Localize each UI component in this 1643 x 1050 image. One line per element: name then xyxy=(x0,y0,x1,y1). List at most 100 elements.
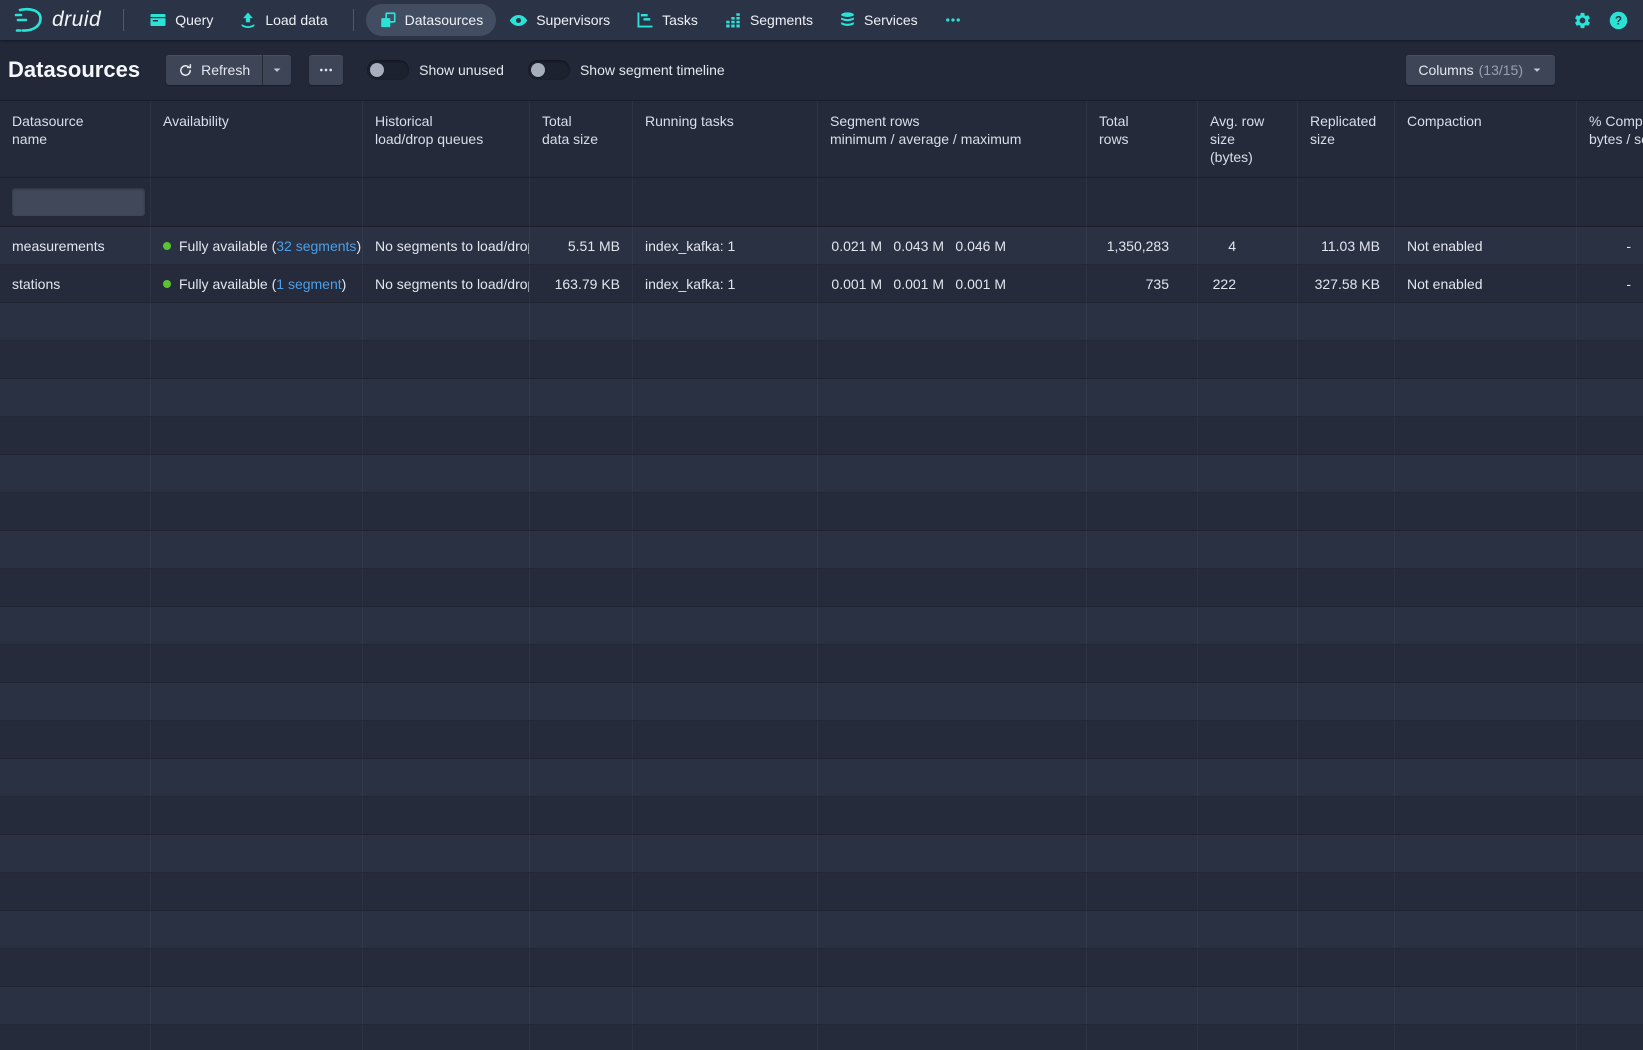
cell-name xyxy=(0,379,151,416)
cell-pct_compacted xyxy=(1577,835,1643,872)
filter-cell-total_rows xyxy=(1087,178,1198,226)
cell-replicated_size xyxy=(1298,873,1395,910)
cell-pct_compacted xyxy=(1577,949,1643,986)
cell-queues xyxy=(363,455,530,492)
cell-avg_row_size xyxy=(1198,341,1298,378)
column-header-total_data_size[interactable]: Totaldata size xyxy=(530,101,633,177)
column-header-line: data size xyxy=(542,130,620,148)
more-actions-button[interactable] xyxy=(309,55,343,85)
cell-pct_compacted xyxy=(1577,721,1643,758)
more-icon xyxy=(944,11,962,29)
nav-segments[interactable]: Segments xyxy=(711,4,826,36)
datasource-filter-input[interactable] xyxy=(12,188,145,216)
segment-rows-value: 0.001 M xyxy=(892,276,944,292)
column-header-line: Compaction xyxy=(1407,112,1564,130)
nav-query[interactable]: Query xyxy=(136,4,226,36)
cell-name[interactable]: stations xyxy=(0,265,151,302)
cell-avg_row_size xyxy=(1198,873,1298,910)
column-header-name[interactable]: Datasourcename xyxy=(0,101,151,177)
cell-queues xyxy=(363,607,530,644)
cell-name xyxy=(0,683,151,720)
column-header-replicated_size[interactable]: Replicatedsize xyxy=(1298,101,1395,177)
cell-queues xyxy=(363,911,530,948)
datasources-icon xyxy=(379,11,397,29)
cell-compaction xyxy=(1395,721,1577,758)
filter-cell-total_data_size xyxy=(530,178,633,226)
cell-availability xyxy=(151,721,363,758)
column-header-segment_rows[interactable]: Segment rowsminimum / average / maximum xyxy=(818,101,1087,177)
cell-segment_rows xyxy=(818,835,1087,872)
column-header-running_tasks[interactable]: Running tasks xyxy=(633,101,818,177)
cell-replicated_size xyxy=(1298,341,1395,378)
refresh-button[interactable]: Refresh xyxy=(166,55,263,85)
cell-name xyxy=(0,493,151,530)
segments-link[interactable]: 32 segments xyxy=(276,238,356,254)
column-header-line: Replicated xyxy=(1310,112,1382,130)
show-unused-toggle[interactable]: Show unused xyxy=(367,60,504,80)
cell-total_data_size xyxy=(530,911,633,948)
cell-compaction xyxy=(1395,835,1577,872)
column-header-total_rows[interactable]: Totalrows xyxy=(1087,101,1198,177)
cell-running_tasks xyxy=(633,417,818,454)
nav-services[interactable]: Services xyxy=(826,4,931,36)
cell-segment_rows xyxy=(818,797,1087,834)
columns-button[interactable]: Columns (13/15) xyxy=(1406,55,1555,85)
column-header-availability[interactable]: Availability xyxy=(151,101,363,177)
cell-queues xyxy=(363,759,530,796)
nav-load-data[interactable]: Load data xyxy=(226,4,340,36)
show-segment-timeline-toggle[interactable]: Show segment timeline xyxy=(528,60,725,80)
toggle-label: Show segment timeline xyxy=(580,62,725,78)
column-header-avg_row_size[interactable]: Avg. row size(bytes) xyxy=(1198,101,1298,177)
navbar-right: ? xyxy=(1573,10,1633,31)
cell-total_rows xyxy=(1087,417,1198,454)
cell-running_tasks: index_kafka: 1 xyxy=(633,265,818,302)
nav-more[interactable] xyxy=(931,4,975,36)
cell-replicated_size xyxy=(1298,683,1395,720)
table-header-row: Datasourcename Availability Historicalload… xyxy=(0,101,1643,178)
cell-availability xyxy=(151,493,363,530)
cell-running_tasks xyxy=(633,835,818,872)
column-header-line: load/drop queues xyxy=(375,130,517,148)
druid-console: druid Query Load data xyxy=(0,0,1643,1050)
cell-compaction[interactable]: Not enabled xyxy=(1395,265,1577,302)
table-row[interactable]: measurementsFully available (32 segments… xyxy=(0,227,1643,265)
nav-supervisors[interactable]: Supervisors xyxy=(496,4,623,36)
cell-compaction xyxy=(1395,1025,1577,1050)
column-header-queues[interactable]: Historicalload/drop queues xyxy=(363,101,530,177)
pct_compacted-value: - xyxy=(1589,238,1631,254)
cell-total_data_size xyxy=(530,645,633,682)
cell-avg_row_size xyxy=(1198,835,1298,872)
cell-name xyxy=(0,607,151,644)
refresh-interval-button[interactable] xyxy=(263,55,291,85)
druid-logo[interactable]: druid xyxy=(12,5,101,35)
cell-compaction xyxy=(1395,759,1577,796)
table-row[interactable]: stationsFully available (1 segment)No se… xyxy=(0,265,1643,303)
cell-name[interactable]: measurements xyxy=(0,227,151,264)
cell-avg_row_size xyxy=(1198,987,1298,1024)
filter-cell-name xyxy=(0,178,151,226)
table-row xyxy=(0,835,1643,873)
cell-replicated_size xyxy=(1298,417,1395,454)
column-header-line: bytes / segments / intervals xyxy=(1589,130,1643,148)
toggle-switch[interactable] xyxy=(367,60,409,80)
toggle-switch[interactable] xyxy=(528,60,570,80)
gear-icon[interactable] xyxy=(1573,11,1592,30)
table-row xyxy=(0,645,1643,683)
column-header-pct_compacted[interactable]: % Compactedbytes / segments / intervals xyxy=(1577,101,1643,177)
column-header-line: Availability xyxy=(163,112,350,130)
cell-replicated_size: 11.03 MB xyxy=(1298,227,1395,264)
refresh-split-button: Refresh xyxy=(166,55,291,85)
nav-datasources[interactable]: Datasources xyxy=(366,4,497,36)
cell-name xyxy=(0,835,151,872)
nav-tasks[interactable]: Tasks xyxy=(623,4,711,36)
availability-status: Fully available ( xyxy=(179,276,276,292)
segments-link[interactable]: 1 segment xyxy=(276,276,341,292)
column-header-compaction[interactable]: Compaction xyxy=(1395,101,1577,177)
help-icon[interactable]: ? xyxy=(1608,10,1629,31)
cell-availability xyxy=(151,1025,363,1050)
cell-total_rows xyxy=(1087,379,1198,416)
cell-replicated_size xyxy=(1298,493,1395,530)
cell-availability xyxy=(151,759,363,796)
cell-avg_row_size xyxy=(1198,911,1298,948)
cell-compaction[interactable]: Not enabled xyxy=(1395,227,1577,264)
